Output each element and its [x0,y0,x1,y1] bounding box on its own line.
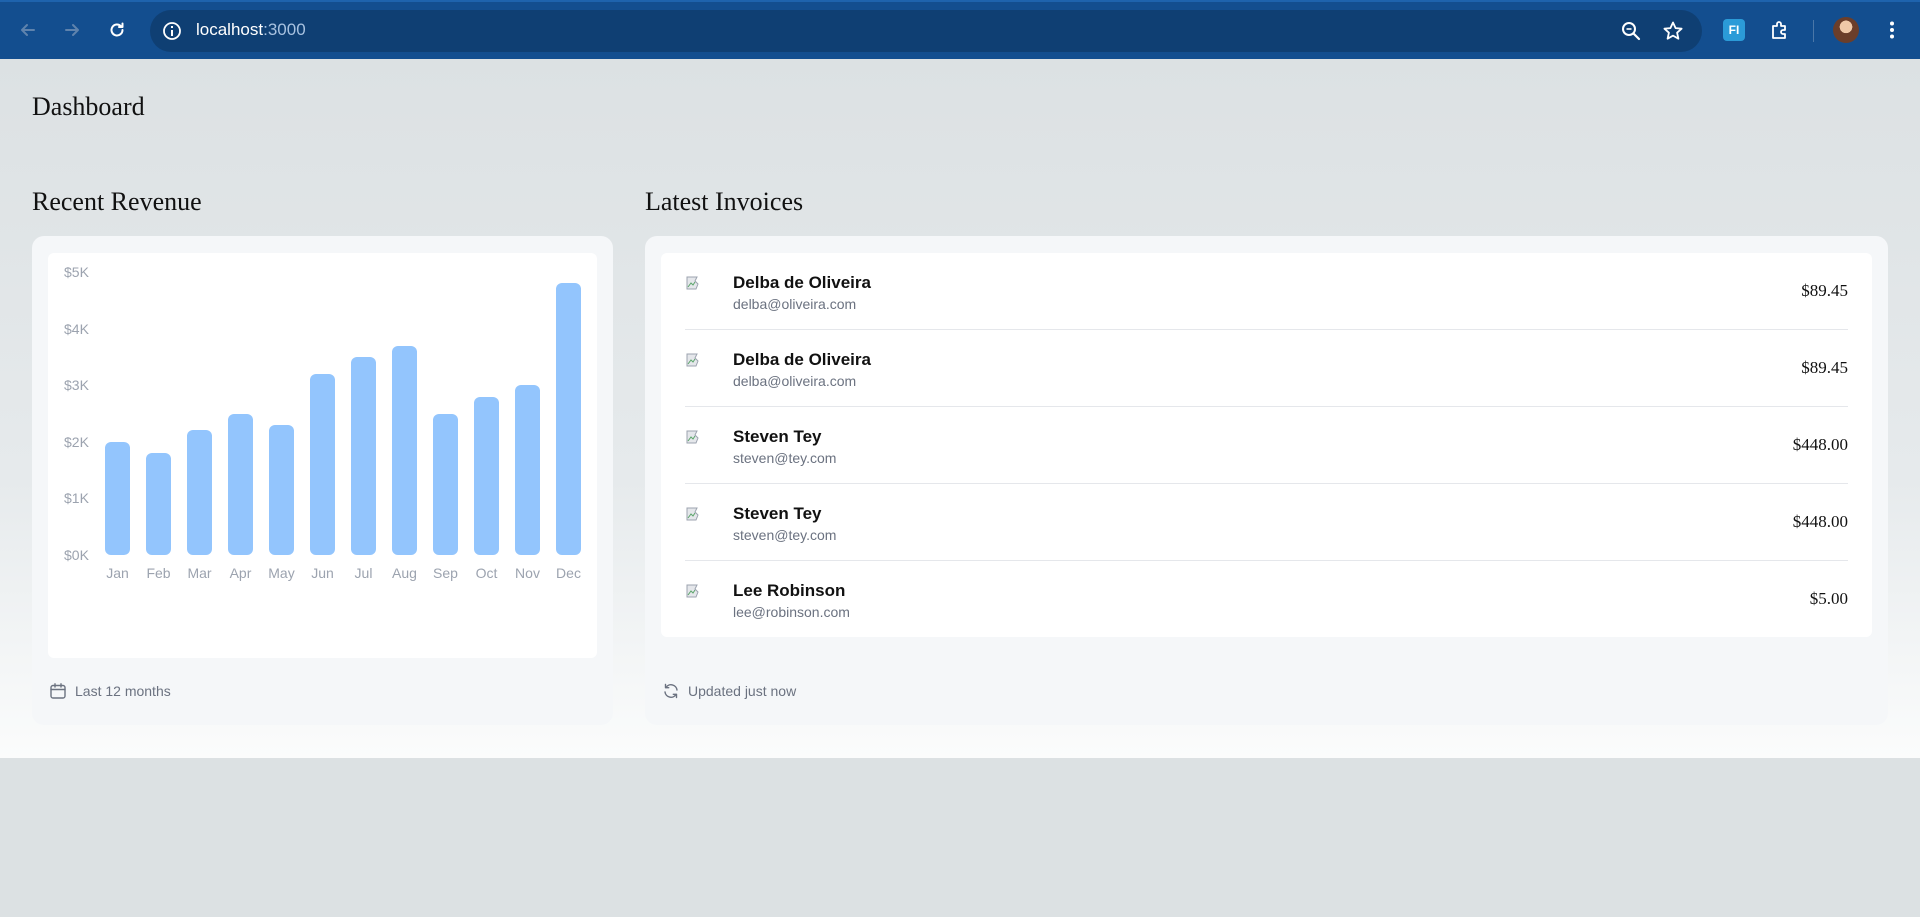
revenue-bar-oct[interactable] [474,396,499,555]
x-tick-label: Jan [106,565,129,581]
customer-email: lee@robinson.com [733,604,850,620]
x-tick-label: Feb [146,565,171,581]
x-tick-label: Nov [515,565,540,581]
zoom-icon[interactable] [1620,20,1642,47]
reload-button[interactable] [101,14,133,46]
back-button[interactable] [12,14,44,46]
broken-image-icon [686,430,699,444]
customer-name: Delba de Oliveira [733,350,871,369]
refresh-icon [664,683,678,699]
extension-fi-icon: FI [1723,19,1745,41]
invoice-row[interactable]: Steven Tey steven@tey.com $448.00 [685,484,1848,561]
arrow-left-icon [21,24,35,36]
x-tick-label: Oct [475,565,498,581]
revenue-footer-text: Last 12 months [75,683,171,699]
revenue-bar-jul[interactable] [351,356,376,555]
url-text[interactable]: localhost:3000 [196,20,306,40]
revenue-bar-may[interactable] [269,424,294,555]
revenue-bar-nov[interactable] [515,385,540,555]
revenue-title: Recent Revenue [32,187,202,216]
invoice-amount: $448.00 [1792,512,1848,531]
invoice-row[interactable]: Lee Robinson lee@robinson.com $5.00 [685,561,1848,638]
customer-name: Delba de Oliveira [733,273,871,292]
invoice-amount: $89.45 [1801,358,1848,377]
customer-email: steven@tey.com [733,527,837,543]
calendar-icon [50,683,66,699]
x-tick-label: Mar [187,565,212,581]
y-tick-label: $5K [64,264,89,280]
profile-avatar [1833,17,1859,43]
revenue-bar-apr[interactable] [228,413,253,555]
customer-email: delba@oliveira.com [733,296,857,312]
invoices-footer-text: Updated just now [688,683,797,699]
revenue-footer: Last 12 months [49,682,171,700]
profile-button[interactable] [1830,14,1862,46]
broken-image-icon [686,507,699,521]
invoices-title: Latest Invoices [645,187,804,216]
invoices-footer: Updated just now [662,682,796,700]
y-tick-label: $4K [64,320,89,337]
address-bar[interactable]: localhost:3000 [150,10,1702,52]
extensions-button[interactable] [1764,14,1796,46]
y-tick-label: $1K [64,490,89,507]
x-tick-label: Jun [311,565,334,581]
invoice-row[interactable]: Delba de Oliveira delba@oliveira.com $89… [685,253,1848,330]
url-host: localhost [196,20,264,39]
url-port: :3000 [263,20,306,39]
y-tick-label: $2K [64,433,89,450]
customer-email: delba@oliveira.com [733,373,857,389]
browser-menu-button[interactable] [1876,14,1908,46]
reload-icon [110,22,124,37]
broken-image-icon [686,276,699,290]
revenue-bar-mar[interactable] [187,430,212,555]
page-title: Dashboard [32,92,145,121]
extension-fi-button[interactable]: FI [1718,14,1750,46]
customer-email: steven@tey.com [733,450,837,466]
invoice-row[interactable]: Steven Tey steven@tey.com $448.00 [685,407,1848,484]
x-tick-label: Jul [354,565,373,581]
customer-name: Steven Tey [733,427,822,446]
revenue-bar-jan[interactable] [105,441,130,555]
site-info-icon[interactable] [161,20,183,47]
revenue-bar-feb[interactable] [146,453,171,555]
revenue-bar-aug[interactable] [392,345,417,555]
y-tick-label: $0K [64,547,89,563]
customer-name: Lee Robinson [733,581,846,600]
more-vertical-icon [1890,21,1894,39]
toolbar-divider [1813,20,1814,42]
forward-button[interactable] [56,14,88,46]
x-tick-label: Dec [556,565,581,581]
invoice-amount: $448.00 [1792,435,1848,454]
puzzle-piece-icon [1772,21,1786,39]
invoice-amount: $5.00 [1809,589,1848,608]
x-tick-label: Apr [229,565,252,581]
page-content: Dashboard Recent Revenue Latest Invoices… [0,59,1920,758]
y-tick-label: $3K [64,377,89,394]
revenue-bar-jun[interactable] [310,373,335,555]
bookmark-star-icon[interactable] [1662,20,1684,47]
revenue-chart: $5K $4K $3K $2K $1K $0K Jan Feb Mar Apr May Jun Jul A… [48,253,597,658]
revenue-bar-dec[interactable] [556,283,581,555]
arrow-right-icon [65,24,79,36]
broken-image-icon [686,584,699,598]
x-tick-label: May [268,565,295,581]
x-tick-label: Sep [433,565,458,581]
broken-image-icon [686,353,699,367]
browser-toolbar: localhost:3000 FI [0,0,1920,59]
x-tick-label: Aug [392,565,417,581]
invoice-amount: $89.45 [1801,281,1848,300]
revenue-bar-sep[interactable] [433,413,458,555]
customer-name: Steven Tey [733,504,822,523]
invoice-row[interactable]: Delba de Oliveira delba@oliveira.com $89… [685,330,1848,407]
